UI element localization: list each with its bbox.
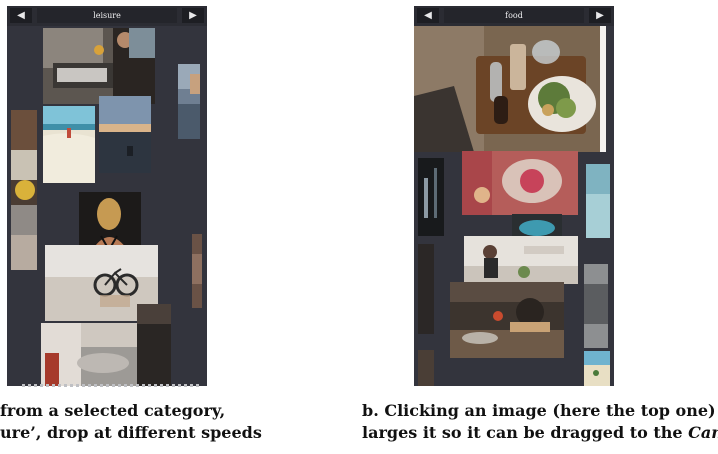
stream-image-partial-gray[interactable] — [584, 264, 608, 348]
caption-a-line1: from a selected category, — [0, 401, 226, 420]
scroll-indicator — [22, 384, 202, 387]
enlarged-image-food-table[interactable] — [414, 26, 606, 152]
prev-arrow-icon: ◀ — [424, 10, 432, 21]
stream-image-partial-dark[interactable] — [418, 244, 434, 334]
caption-b-line2-emphasis: Canvas — [688, 423, 718, 442]
stream-image-partial-left[interactable] — [418, 158, 444, 236]
category-label: leisure — [37, 8, 177, 23]
stream-image-partial-right[interactable] — [178, 64, 200, 139]
caption-b-line2: larges it so it can be dragged to the Ca… — [362, 422, 718, 444]
next-arrow-icon: ▶ — [596, 10, 604, 21]
stream-image-dark[interactable] — [137, 304, 171, 386]
stream-image-partial-sky[interactable] — [586, 164, 610, 238]
image-stream-panel-leisure[interactable]: ◀ leisure ▶ — [7, 6, 207, 386]
stream-image-dj[interactable] — [43, 28, 155, 104]
prev-category-button[interactable]: ◀ — [10, 8, 32, 23]
caption-b-line2-text: larges it so it can be dragged to the — [362, 423, 689, 442]
caption-a-line2: ure’, drop at different speeds — [0, 423, 262, 442]
category-label: food — [444, 8, 584, 23]
caption-b-line1: b. Clicking an image (here the top one) … — [362, 401, 718, 420]
stream-image-sunset[interactable] — [99, 96, 151, 173]
stream-image-partial-right-2[interactable] — [192, 234, 202, 308]
stream-image-partial-beach[interactable] — [584, 351, 610, 386]
next-arrow-icon: ▶ — [189, 10, 197, 21]
stream-image-partial-bottom-left[interactable] — [418, 350, 434, 386]
stream-image-kitchen[interactable] — [41, 323, 137, 386]
stream-image-red-plate[interactable] — [462, 151, 578, 215]
stream-image-beach[interactable] — [43, 106, 95, 183]
next-category-button[interactable]: ▶ — [589, 8, 611, 23]
category-header: ◀ food ▶ — [414, 6, 614, 26]
image-stream-panel-food[interactable]: ◀ food ▶ — [414, 6, 614, 386]
caption-a: from a selected category, ure’, drop at … — [0, 400, 340, 444]
stream-image-teal-cup[interactable] — [512, 214, 562, 238]
stream-image-portrait[interactable] — [79, 192, 141, 252]
stream-image-partial-left[interactable] — [11, 110, 37, 270]
stream-image-cooking[interactable] — [450, 282, 564, 358]
stream-image-kitchen-counter[interactable] — [464, 236, 578, 284]
next-category-button[interactable]: ▶ — [182, 8, 204, 23]
prev-category-button[interactable]: ◀ — [417, 8, 439, 23]
caption-b: b. Clicking an image (here the top one) … — [362, 400, 718, 444]
prev-arrow-icon: ◀ — [17, 10, 25, 21]
category-header: ◀ leisure ▶ — [7, 6, 207, 26]
